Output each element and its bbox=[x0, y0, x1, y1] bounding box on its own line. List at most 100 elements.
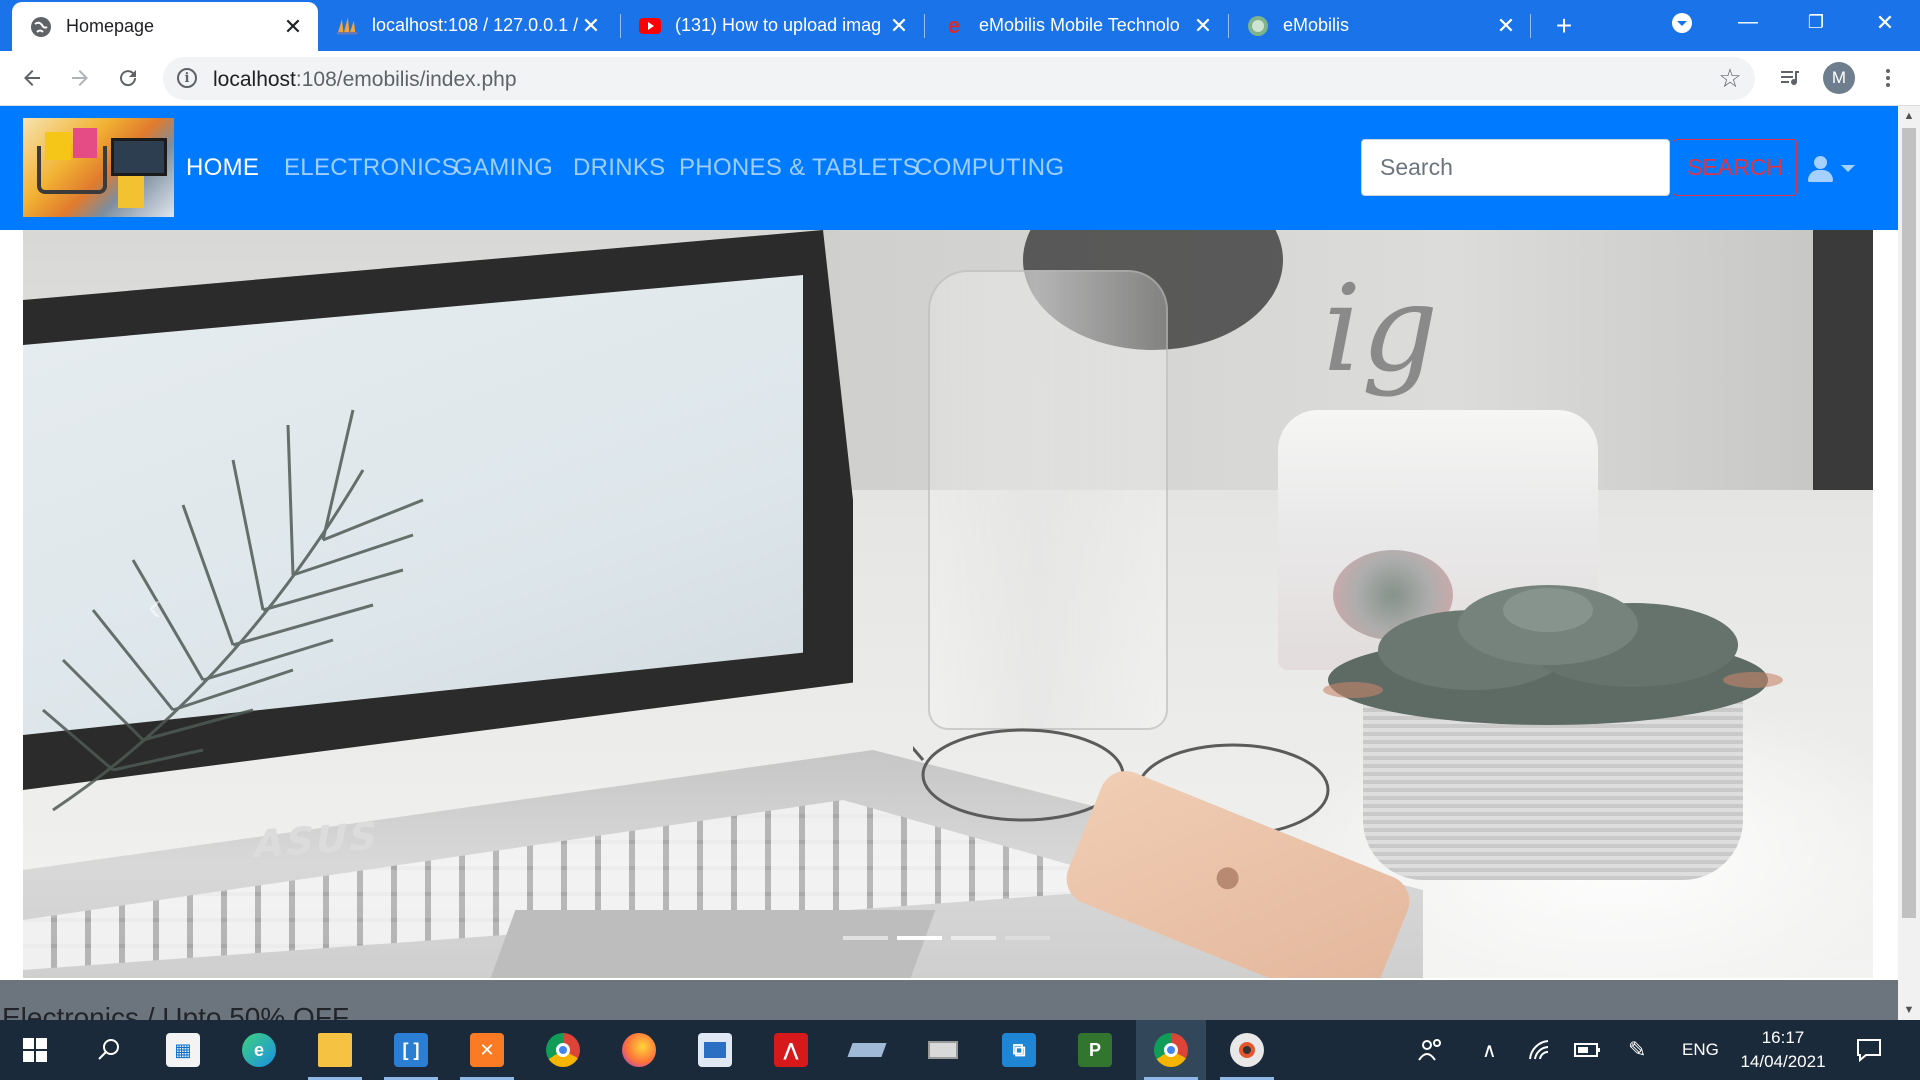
tab-homepage[interactable]: Homepage ✕ bbox=[12, 2, 318, 51]
search-button[interactable]: SEARCH bbox=[1673, 139, 1797, 196]
page-viewport: HOME ELECTRONICS GAMING DRINKS PHONES & … bbox=[0, 106, 1898, 1020]
chrome-app[interactable] bbox=[528, 1020, 598, 1080]
user-dropdown[interactable] bbox=[1808, 154, 1860, 184]
carousel-indicator[interactable] bbox=[1005, 936, 1050, 940]
restore-button[interactable]: ❐ bbox=[1786, 0, 1846, 45]
brackets-app[interactable]: [ ] bbox=[376, 1020, 446, 1080]
pen-icon[interactable]: ✎ bbox=[1628, 1020, 1646, 1080]
youtube-icon bbox=[639, 15, 661, 37]
tab-phpmyadmin[interactable]: localhost:108 / 127.0.0.1 / ✕ bbox=[318, 0, 616, 51]
close-tab-icon[interactable]: ✕ bbox=[888, 14, 910, 37]
new-tab-button[interactable]: + bbox=[1534, 3, 1594, 48]
palm-leaf-reflection bbox=[42, 409, 424, 812]
language-indicator[interactable]: ENG bbox=[1682, 1020, 1719, 1080]
address-url[interactable]: localhost:108/emobilis/index.php bbox=[213, 68, 517, 92]
laptop-brand-logo: ASUS bbox=[250, 813, 383, 867]
media-control-button[interactable] bbox=[1770, 58, 1810, 98]
nav-link-drinks[interactable]: DRINKS bbox=[573, 154, 665, 182]
tab-youtube[interactable]: (131) How to upload imag ✕ bbox=[621, 0, 924, 51]
tab-title: eMobilis Mobile Technolo bbox=[979, 15, 1180, 35]
clock-date: 14/04/2021 bbox=[1740, 1052, 1826, 1071]
carousel-indicator-active[interactable] bbox=[897, 936, 942, 940]
nav-link-computing[interactable]: COMPUTING bbox=[915, 154, 1064, 182]
store-icon: ▦ bbox=[166, 1033, 200, 1067]
apple-logo-icon bbox=[1213, 863, 1242, 893]
chrome-profile-app[interactable] bbox=[1136, 1020, 1206, 1080]
back-button[interactable] bbox=[12, 58, 52, 98]
logo-laptop-shape bbox=[111, 138, 167, 176]
browser-tab-strip: Homepage ✕ localhost:108 / 127.0.0.1 / ✕… bbox=[0, 0, 1920, 51]
minimize-button[interactable]: — bbox=[1718, 0, 1778, 45]
notifications-icon[interactable] bbox=[1856, 1020, 1882, 1080]
forward-button[interactable] bbox=[60, 58, 100, 98]
folder-icon bbox=[318, 1033, 352, 1067]
phpmyadmin-icon bbox=[336, 15, 358, 37]
edge-app[interactable]: e bbox=[224, 1020, 294, 1080]
bookmark-star-icon[interactable]: ☆ bbox=[1715, 63, 1745, 93]
dark-frame bbox=[1813, 230, 1873, 490]
virtual-desktop-app[interactable]: ⧉ bbox=[984, 1020, 1054, 1080]
control-panel-app[interactable] bbox=[680, 1020, 750, 1080]
tab-search-button[interactable] bbox=[1652, 0, 1712, 45]
start-button[interactable] bbox=[0, 1020, 70, 1080]
address-bar[interactable]: i localhost:108/emobilis/index.php ☆ bbox=[163, 57, 1755, 100]
menu-button[interactable] bbox=[1868, 58, 1908, 98]
nav-link-phones-tablets[interactable]: PHONES & TABLETS bbox=[679, 154, 919, 182]
reload-icon bbox=[120, 70, 137, 87]
tab-emobilis-technology[interactable]: e eMobilis Mobile Technolo ✕ bbox=[925, 0, 1228, 51]
search-input[interactable] bbox=[1361, 139, 1670, 196]
hero-carousel[interactable]: ig ASUS ‹ bbox=[23, 230, 1873, 978]
carousel-indicator[interactable] bbox=[843, 936, 888, 940]
more-vert-icon bbox=[1886, 69, 1890, 87]
store-app[interactable]: ▦ bbox=[148, 1020, 218, 1080]
glass-jar bbox=[928, 270, 1168, 730]
clock-time: 16:17 bbox=[1761, 1028, 1805, 1047]
brand-logo[interactable] bbox=[23, 118, 174, 217]
user-icon bbox=[1814, 156, 1827, 169]
nav-link-electronics[interactable]: ELECTRONICS bbox=[284, 154, 458, 182]
system-clock[interactable]: 16:17 14/04/2021 bbox=[1728, 1026, 1838, 1074]
acrobat-app[interactable]: ⋀ bbox=[756, 1020, 826, 1080]
carousel-indicator[interactable] bbox=[951, 936, 996, 940]
firefox-app[interactable] bbox=[604, 1020, 674, 1080]
page-scrollbar[interactable]: ▲ ▼ bbox=[1898, 106, 1920, 1020]
windows-logo-icon bbox=[23, 1038, 47, 1062]
logo-bag-shape bbox=[118, 176, 144, 208]
reload-button[interactable] bbox=[108, 58, 148, 98]
close-window-button[interactable]: ✕ bbox=[1855, 0, 1915, 45]
scanner-app[interactable] bbox=[832, 1020, 902, 1080]
people-icon[interactable] bbox=[1418, 1020, 1444, 1080]
close-tab-icon[interactable]: ✕ bbox=[282, 15, 304, 38]
chevron-up-icon[interactable]: ∧ bbox=[1482, 1020, 1497, 1080]
tab-emobilis[interactable]: eMobilis ✕ bbox=[1229, 0, 1531, 51]
file-explorer-app[interactable] bbox=[300, 1020, 370, 1080]
wifi-icon[interactable] bbox=[1528, 1020, 1552, 1080]
scroll-up-arrow-icon[interactable]: ▲ bbox=[1898, 106, 1920, 126]
tab-divider bbox=[1530, 14, 1531, 38]
printer-app[interactable] bbox=[908, 1020, 978, 1080]
site-info-icon[interactable]: i bbox=[177, 68, 197, 88]
profile-avatar[interactable]: M bbox=[1823, 62, 1855, 94]
chrome-profile-icon bbox=[1154, 1033, 1188, 1067]
wall-sign-lettering: ig bbox=[1323, 260, 1439, 399]
close-tab-icon[interactable]: ✕ bbox=[580, 14, 602, 37]
close-tab-icon[interactable]: ✕ bbox=[1495, 14, 1517, 37]
site-navbar: HOME ELECTRONICS GAMING DRINKS PHONES & … bbox=[0, 106, 1898, 230]
tab-title: localhost:108 / 127.0.0.1 / bbox=[372, 15, 579, 35]
tab-title: (131) How to upload imag bbox=[675, 15, 882, 35]
section-title: Electronics / Upto 50% OFF bbox=[2, 1002, 350, 1020]
project-app[interactable]: P bbox=[1060, 1020, 1130, 1080]
window-app-icon bbox=[698, 1033, 732, 1067]
scroll-down-arrow-icon[interactable]: ▼ bbox=[1898, 1000, 1920, 1020]
nav-link-gaming[interactable]: GAMING bbox=[454, 154, 553, 182]
media-player-app[interactable] bbox=[1212, 1020, 1282, 1080]
carousel-prev-button[interactable]: ‹ bbox=[148, 585, 161, 630]
xampp-app[interactable]: ✕ bbox=[452, 1020, 522, 1080]
battery-icon[interactable] bbox=[1574, 1020, 1602, 1080]
close-tab-icon[interactable]: ✕ bbox=[1192, 14, 1214, 37]
back-arrow-icon bbox=[24, 70, 40, 86]
scanner-icon bbox=[847, 1033, 887, 1067]
nav-link-home[interactable]: HOME bbox=[186, 154, 259, 182]
scrollbar-thumb[interactable] bbox=[1902, 128, 1916, 918]
search-taskbar-button[interactable] bbox=[74, 1020, 144, 1080]
